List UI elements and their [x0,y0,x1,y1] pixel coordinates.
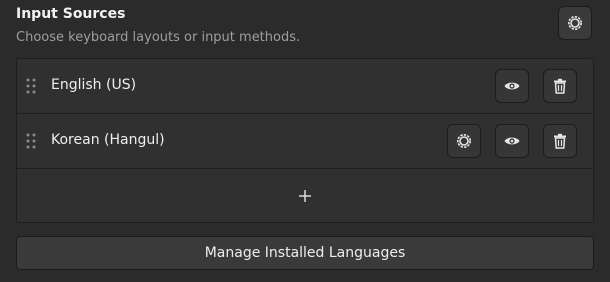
list-item[interactable]: English (US) [17,59,593,114]
input-source-settings-button[interactable] [447,124,481,158]
eye-icon [503,77,521,95]
section-title: Input Sources [16,6,126,22]
list-item[interactable]: Korean (Hangul) [17,114,593,169]
remove-input-source-button[interactable] [543,69,577,103]
input-source-label: English (US) [51,77,137,93]
drag-handle-icon[interactable] [26,78,36,98]
preview-layout-button[interactable] [495,69,529,103]
plus-icon [298,188,312,207]
section-subtitle: Choose keyboard layouts or input methods… [16,30,301,45]
gear-icon [566,14,584,32]
input-sources-list: English (US) Korean (Hangul) [16,58,594,223]
eye-icon [503,132,521,150]
trash-icon [551,77,569,95]
add-input-source-row[interactable] [17,169,593,222]
trash-icon [551,132,569,150]
input-source-label: Korean (Hangul) [51,132,165,148]
preview-layout-button[interactable] [495,124,529,158]
gear-icon [455,132,473,150]
remove-input-source-button[interactable] [543,124,577,158]
input-sources-settings-button[interactable] [558,6,592,40]
drag-handle-icon[interactable] [26,133,36,153]
manage-installed-languages-button[interactable]: Manage Installed Languages [16,236,594,270]
